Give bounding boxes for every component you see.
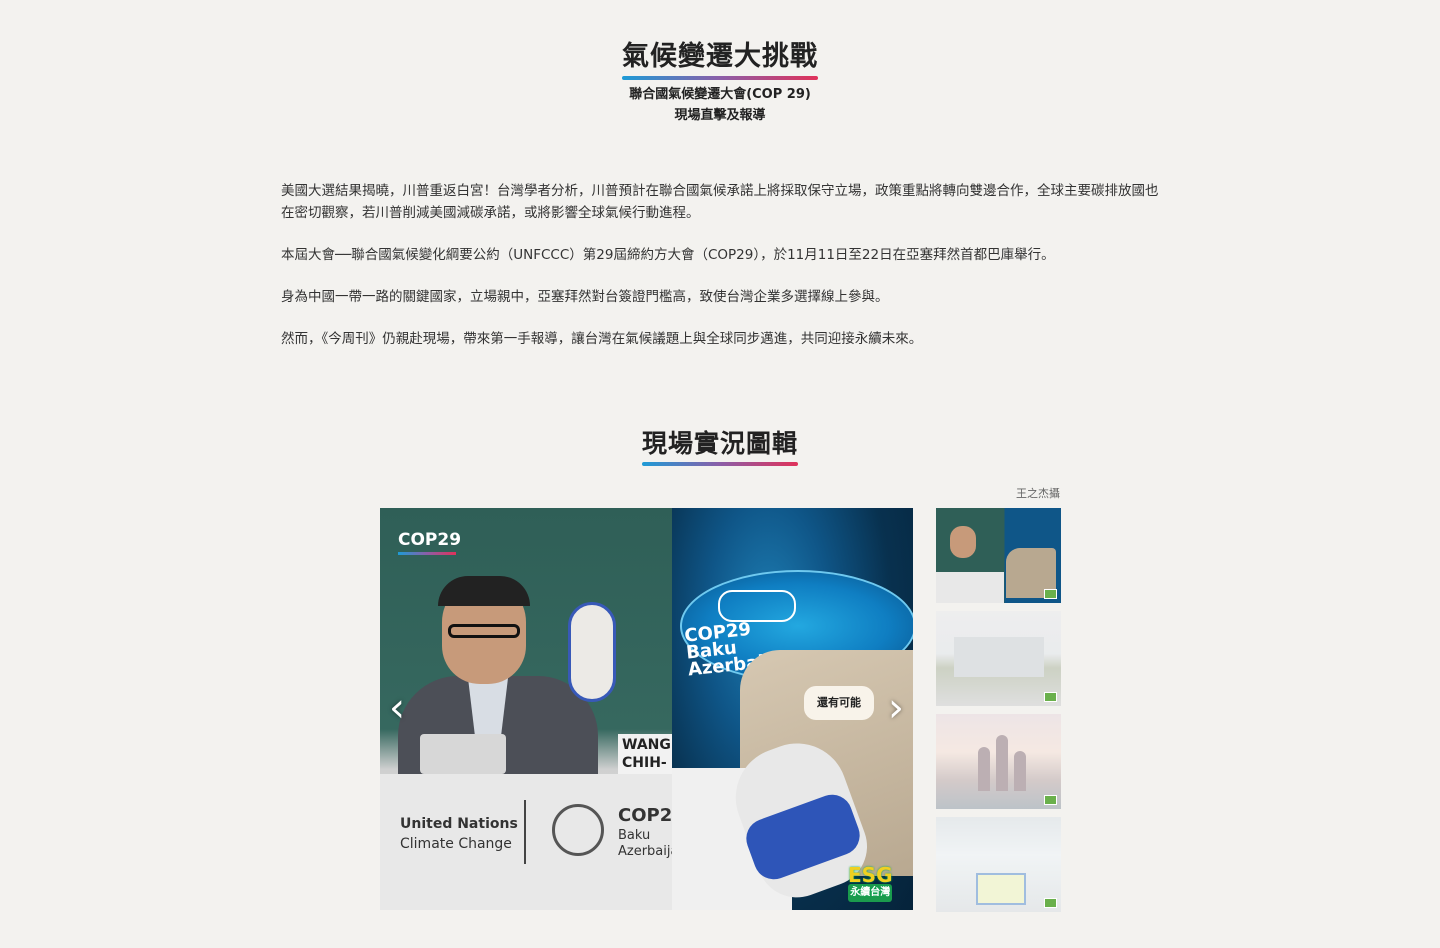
thumb-desk [936, 572, 1004, 603]
nameplate-line-1: WANG [622, 737, 671, 753]
photo-credit: 王之杰攝 [1016, 487, 1060, 500]
speaker-hair [438, 576, 530, 606]
article-paragraph: 美國大選結果揭曉，川普重返白宮！台灣學者分析，川普預計在聯合國氣候承諾上將採取保… [281, 183, 1159, 221]
esg-logo-sub: 永續台灣 [848, 884, 893, 902]
gallery-title-block: 現場實況圖輯 [641, 426, 798, 466]
page-title: 氣候變遷大挑戰 [622, 41, 818, 72]
cop-logo-icon [552, 804, 604, 856]
bag-patch: 還有可能 [804, 686, 874, 720]
page-subtitle-1: 聯合國氣候變遷大會(COP 29) [629, 87, 811, 102]
cop-logo-sub-1: Baku [618, 828, 651, 843]
thumb-flame-tower [996, 735, 1008, 791]
esg-mark-icon [1044, 692, 1057, 702]
cop-logo-text: COP2 [618, 805, 673, 826]
gallery-title-underline [641, 462, 798, 466]
slipper-in-hand [568, 602, 616, 702]
thumb-speaker [950, 526, 976, 558]
un-line-2: Climate Change [400, 836, 512, 852]
page-subtitle-2: 現場直擊及報導 [674, 108, 766, 123]
thumb-flame-tower [978, 747, 990, 791]
cop29-badge-text: COP29 [398, 530, 462, 550]
article-body: 美國大選結果揭曉，川普重返白宮！台灣學者分析，川普預計在聯合國氣候承諾上將採取保… [281, 180, 1161, 370]
esg-mark-icon [1044, 589, 1057, 599]
main-photo-left: COP29 WANG CHIH-CH United Nations Climat… [380, 508, 678, 910]
main-photo-right: COP29 Baku Azerbaijan 還有可能 ESG 永續台灣 [672, 508, 913, 910]
carousel-next-button[interactable]: › [881, 688, 911, 728]
page-title-block: 氣候變遷大挑戰 [622, 38, 818, 80]
title-underline [622, 76, 818, 80]
cop29-badge-bar [398, 552, 456, 555]
thumbnail-2[interactable] [936, 611, 1061, 706]
article-paragraph: 本屆大會──聯合國氣候變化綱要公約（UNFCCC）第29屆締約方大會（COP29… [281, 247, 1055, 263]
thumbnail-strip [936, 508, 1061, 920]
thumbnail-4[interactable] [936, 817, 1061, 912]
thumbnail-1[interactable] [936, 508, 1061, 603]
speaker-glasses [448, 624, 520, 638]
un-line-1: United Nations [400, 816, 518, 832]
thumb-venue-building [954, 637, 1044, 677]
carousel-prev-button[interactable]: ‹ [382, 688, 412, 728]
esg-mark-icon [1044, 898, 1057, 908]
gallery-title: 現場實況圖輯 [641, 429, 798, 458]
esg-logo: ESG 永續台灣 [848, 865, 893, 902]
cop-logo-subtext: Baku Azerbaija [618, 828, 678, 860]
cop29-badge: COP29 [398, 530, 461, 555]
esg-mark-icon [1044, 795, 1057, 805]
gallery-section-header: 現場實況圖輯 [0, 426, 1440, 466]
photo-carousel[interactable]: COP29 WANG CHIH-CH United Nations Climat… [380, 508, 913, 910]
thumb-flame-tower [1014, 751, 1026, 791]
cop-logo-sub-2: Azerbaija [618, 844, 679, 859]
thumb-card [976, 873, 1026, 905]
un-divider [524, 800, 526, 864]
thumbnail-3[interactable] [936, 714, 1061, 809]
laptop [420, 734, 506, 774]
un-climate-text: United Nations Climate Change [400, 814, 518, 854]
article-paragraph: 然而，《今周刊》仍親赴現場，帶來第一手報導，讓台灣在氣候議題上與全球同步邁進，共… [281, 331, 923, 347]
nameplate: WANG CHIH-CH [618, 734, 678, 789]
page-header: 氣候變遷大挑戰 聯合國氣候變遷大會(COP 29) 現場直擊及報導 [0, 38, 1440, 126]
article-paragraph: 身為中國一帶一路的關鍵國家，立場親中，亞塞拜然對台簽證門檻高，致使台灣企業多選擇… [281, 289, 889, 305]
